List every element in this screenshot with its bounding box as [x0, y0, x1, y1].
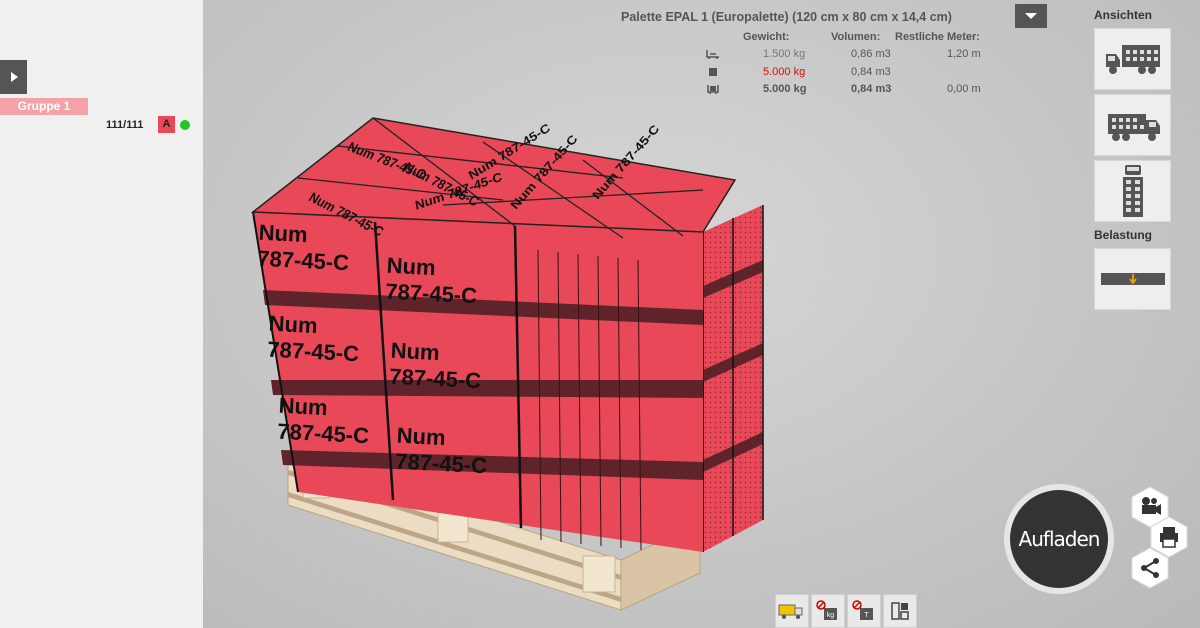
- box-label: Num 787-45-C: [385, 253, 479, 310]
- box-label-line2: 787-45-C: [276, 418, 370, 449]
- truck-top-icon: [1122, 165, 1143, 217]
- load-distribution-button[interactable]: [1094, 248, 1171, 310]
- row3-weight: 5.000 kg: [763, 83, 807, 95]
- box-label-line2: 787-45-C: [388, 363, 482, 394]
- volume-header: Volumen:: [831, 31, 881, 43]
- chevron-down-icon: [1025, 13, 1037, 19]
- view-truck-side-button[interactable]: [1094, 28, 1171, 90]
- left-panel: Gruppe 1 111/111 A: [0, 0, 203, 628]
- share-button[interactable]: [1131, 547, 1169, 589]
- bottom-toolbar: kg T: [775, 594, 917, 628]
- truck-angled-icon: [1107, 114, 1160, 141]
- box-label: Num 787-45-C: [257, 220, 351, 277]
- total-load-icon: [707, 85, 719, 94]
- row2-weight: 5.000 kg: [763, 66, 806, 78]
- no-height-icon: T: [852, 600, 873, 620]
- max-load-icon: [709, 68, 717, 76]
- chevron-right-icon: [10, 72, 18, 82]
- pallet-load-icon: [706, 50, 719, 59]
- load-button-label: Aufladen: [1010, 490, 1108, 588]
- box-label: Num 787-45-C: [267, 311, 361, 368]
- box-label-line2: 787-45-C: [256, 245, 350, 276]
- box-label: Num 787-45-C: [395, 423, 489, 480]
- box-label-line2: 787-45-C: [266, 336, 360, 367]
- box-label: Num 787-45-C: [389, 338, 483, 395]
- view-truck-top-button[interactable]: [1094, 160, 1171, 222]
- views-title: Ansichten: [1094, 8, 1153, 22]
- view-truck-angled-button[interactable]: [1094, 94, 1171, 156]
- row1-weight: 1.500 kg: [763, 48, 806, 60]
- no-weight-button[interactable]: kg: [811, 594, 845, 628]
- box-label-line2: 787-45-C: [384, 278, 478, 309]
- load-button[interactable]: Aufladen: [1004, 484, 1114, 594]
- layout-button[interactable]: [883, 594, 917, 628]
- load-title: Belastung: [1094, 228, 1153, 242]
- pallet-title: Palette EPAL 1 (Europalette) (120 cm x 8…: [621, 10, 952, 24]
- box-label-line2: 787-45-C: [394, 448, 488, 479]
- load-distribution-icon: [1100, 273, 1165, 285]
- group-label[interactable]: Gruppe 1: [0, 98, 88, 115]
- svg-text:T: T: [864, 612, 869, 619]
- svg-text:kg: kg: [827, 612, 835, 619]
- remaining-header: Restliche Meter:: [895, 31, 980, 43]
- group-count: 111/111: [106, 119, 144, 131]
- truck-load-button[interactable]: [775, 594, 809, 628]
- row3-volume: 0,84 m3: [851, 83, 892, 95]
- group-badge[interactable]: A: [158, 116, 175, 133]
- truck-load-icon: [778, 604, 803, 619]
- box-label: Num 787-45-C: [277, 393, 371, 450]
- row1-remaining: 1,20 m: [947, 48, 981, 60]
- box-stack-side: [702, 205, 764, 552]
- panel-toggle-button[interactable]: [0, 60, 27, 94]
- layout-icon: [891, 602, 909, 620]
- no-height-button[interactable]: T: [847, 594, 881, 628]
- row2-volume: 0,84 m3: [851, 66, 891, 78]
- weight-header: Gewicht:: [743, 31, 790, 43]
- group-status-dot: [180, 120, 190, 130]
- row3-remaining: 0,00 m: [947, 83, 981, 95]
- truck-side-icon: [1105, 45, 1160, 74]
- row1-volume: 0,86 m3: [851, 48, 891, 60]
- pallet-dropdown-button[interactable]: [1015, 4, 1047, 28]
- no-weight-icon: kg: [816, 600, 837, 620]
